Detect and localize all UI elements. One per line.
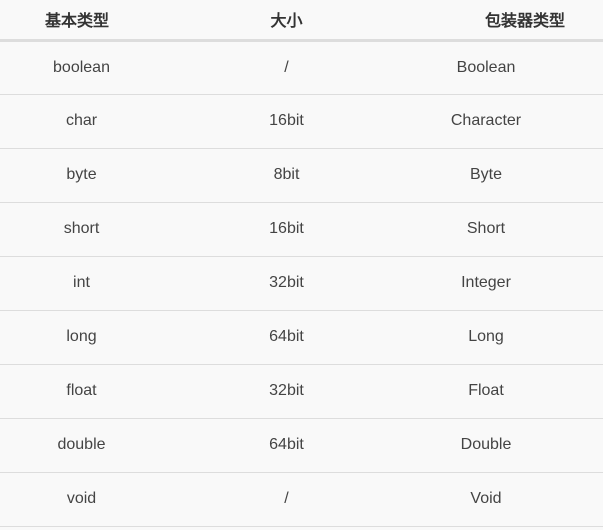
- wrapper-type-text: Character: [450, 112, 522, 129]
- wrapper-type-text: Void: [470, 490, 502, 507]
- size-text: 32bit: [269, 274, 304, 291]
- primitive-type-cell: long: [0, 310, 163, 365]
- size-text: 16bit: [269, 112, 304, 129]
- size-text: 64bit: [269, 436, 304, 453]
- table-row: void / Void: [0, 472, 603, 527]
- wrapper-type-cell: Integer: [410, 256, 603, 311]
- table-row: boolean / Boolean: [0, 40, 603, 95]
- wrapper-type-cell: Character: [410, 94, 603, 149]
- size-cell: 16bit: [163, 202, 410, 257]
- primitive-type-text: double: [57, 436, 106, 453]
- size-text: 32bit: [269, 382, 304, 399]
- table-row: short 16bit Short: [0, 202, 603, 257]
- wrapper-type-cell: Short: [410, 202, 603, 257]
- size-text: 8bit: [273, 166, 300, 183]
- primitive-type-text: long: [66, 328, 97, 345]
- primitive-type-cell: double: [0, 418, 163, 473]
- header-row: 基本类型 大小 包装器类型: [0, 0, 603, 42]
- table-row: float 32bit Float: [0, 364, 603, 419]
- wrapper-type-text: Boolean: [456, 58, 516, 76]
- primitive-type-cell: void: [0, 472, 163, 527]
- primitive-type-text: boolean: [53, 58, 110, 76]
- wrapper-type-cell: Double: [410, 418, 603, 473]
- table-row: long 64bit Long: [0, 310, 603, 365]
- wrapper-type-text: Byte: [469, 166, 502, 183]
- size-text: /: [284, 58, 289, 76]
- size-text: 64bit: [269, 328, 304, 345]
- header-size: 大小: [163, 0, 410, 42]
- primitive-type-cell: char: [0, 94, 163, 149]
- java-types-table: 基本类型 大小 包装器类型 boolean / Boolean char 16bit Ch…: [0, 0, 603, 527]
- size-cell: /: [163, 472, 410, 527]
- primitive-type-cell: float: [0, 364, 163, 419]
- wrapper-type-text: Double: [460, 436, 512, 453]
- size-text: 16bit: [269, 220, 304, 237]
- primitive-type-text: float: [66, 382, 97, 399]
- size-cell: 32bit: [163, 364, 410, 419]
- wrapper-type-text: Short: [466, 220, 506, 237]
- primitive-type-text: char: [65, 112, 98, 129]
- wrapper-type-cell: Float: [410, 364, 603, 419]
- primitive-type-cell: byte: [0, 148, 163, 203]
- size-cell: /: [163, 40, 410, 95]
- wrapper-type-cell: Void: [410, 472, 603, 527]
- primitive-type-text: byte: [66, 166, 97, 183]
- size-text: /: [284, 490, 289, 507]
- wrapper-type-cell: Byte: [410, 148, 603, 203]
- table-body: boolean / Boolean char 16bit Character byte 8bi…: [0, 40, 603, 527]
- table-row: int 32bit Integer: [0, 256, 603, 311]
- wrapper-type-cell: Long: [410, 310, 603, 365]
- table-row: byte 8bit Byte: [0, 148, 603, 203]
- primitive-type-text: int: [73, 274, 90, 291]
- primitive-type-cell: boolean: [0, 40, 163, 95]
- size-cell: 16bit: [163, 94, 410, 149]
- primitive-type-text: short: [63, 220, 100, 237]
- wrapper-type-text: Long: [468, 328, 504, 345]
- primitive-type-cell: short: [0, 202, 163, 257]
- size-cell: 8bit: [163, 148, 410, 203]
- table-row: char 16bit Character: [0, 94, 603, 149]
- wrapper-type-cell: Boolean: [410, 40, 603, 95]
- table-header: 基本类型 大小 包装器类型: [0, 0, 603, 42]
- header-primitive-type: 基本类型: [0, 0, 163, 42]
- size-cell: 64bit: [163, 418, 410, 473]
- primitive-type-cell: int: [0, 256, 163, 311]
- wrapper-type-text: Float: [468, 382, 504, 399]
- size-cell: 32bit: [163, 256, 410, 311]
- wrapper-type-text: Integer: [461, 274, 511, 291]
- size-cell: 64bit: [163, 310, 410, 365]
- table-row: double 64bit Double: [0, 418, 603, 473]
- primitive-type-text: void: [66, 490, 97, 507]
- header-wrapper-type: 包装器类型: [410, 0, 603, 42]
